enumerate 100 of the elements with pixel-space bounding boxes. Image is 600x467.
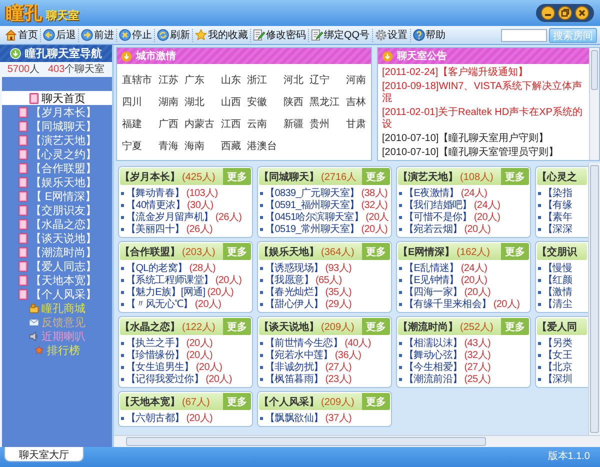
room-link[interactable]: 【枫笛暮雨】	[265, 372, 324, 386]
sidebar-item[interactable]: 【个人风采】	[2, 287, 112, 301]
horizontal-scrollbar[interactable]	[114, 435, 600, 447]
room-link[interactable]: 【清尘	[543, 297, 572, 311]
sidebar-item[interactable]: 【演艺天地】	[2, 133, 112, 147]
room-link[interactable]: 【素年	[543, 210, 572, 224]
city-link[interactable]: 安徽	[247, 95, 278, 109]
category-title[interactable]: 【潮流时尚】	[398, 320, 458, 334]
city-link[interactable]: 陕西	[283, 95, 304, 109]
restore-icon[interactable]	[558, 6, 572, 20]
toolbar-button[interactable]: 首页	[3, 26, 40, 44]
room-link[interactable]: 【E夜激情】	[404, 186, 459, 200]
toolbar-button[interactable]: 我的收藏	[193, 26, 250, 44]
room-link[interactable]: 【诱惑现场】	[265, 261, 324, 275]
toolbar-button[interactable]: 修改密码	[251, 26, 308, 44]
toolbar-button[interactable]: 后退	[41, 26, 78, 44]
sidebar-item[interactable]: 【谈天说地】	[2, 231, 112, 245]
room-link[interactable]: 【美丽四十】	[126, 222, 184, 236]
room-link[interactable]: 【女王	[543, 348, 572, 362]
toolbar-button[interactable]: 设置	[372, 26, 410, 44]
city-link[interactable]: 四川	[122, 95, 152, 109]
sidebar-item[interactable]: 【交朋识友】	[2, 203, 112, 217]
room-link[interactable]: 【女生追男生】	[126, 360, 194, 374]
city-link[interactable]: 云南	[247, 117, 278, 131]
city-link[interactable]: 新疆	[283, 117, 304, 131]
city-link[interactable]: 浙江	[247, 73, 278, 87]
sidebar-tab[interactable]: 聊天室大厅	[4, 447, 84, 462]
sidebar-item[interactable]: 【 E网情深】	[2, 189, 112, 203]
room-link[interactable]: 【40情更浓】	[126, 198, 186, 212]
category-title[interactable]: 【个人风采】	[259, 394, 319, 408]
room-link[interactable]: 【系统工程师课堂】	[126, 273, 214, 287]
city-link[interactable]: 福建	[122, 117, 152, 131]
city-link[interactable]: 河北	[283, 73, 304, 87]
room-link[interactable]: 【红颜	[543, 273, 572, 287]
city-link[interactable]: 辽宁	[310, 73, 340, 87]
room-link[interactable]: 【宛若水中莲】	[265, 348, 333, 362]
room-link[interactable]: 【流金岁月留声机】	[126, 210, 214, 224]
room-link[interactable]: 【有缘千里来相会】	[404, 297, 492, 311]
room-link[interactable]: 【我愿意】	[265, 273, 314, 287]
room-link[interactable]: 【慢慢	[543, 261, 572, 275]
close-icon[interactable]	[575, 6, 589, 20]
city-link[interactable]: 湖南	[158, 95, 178, 109]
room-link[interactable]: 【舞动青春】	[126, 186, 184, 200]
city-link[interactable]: 江西	[220, 117, 241, 131]
city-link[interactable]: 江苏	[158, 73, 178, 87]
search-field[interactable]	[501, 28, 547, 42]
sidebar-item[interactable]: 【心灵之约】	[2, 147, 112, 161]
toolbar-button[interactable]: 停止	[117, 26, 154, 44]
category-title[interactable]: 【E网情深】	[398, 244, 455, 258]
notice-link[interactable]: [2010-07-10]【瞳孔聊天室用户守则】	[382, 133, 585, 145]
city-link[interactable]: 贵州	[310, 117, 340, 131]
city-link[interactable]: 山西	[220, 95, 241, 109]
city-link[interactable]: 黑龙江	[310, 95, 340, 109]
room-link[interactable]: 【E见钟情】	[404, 273, 459, 287]
room-link[interactable]: 【魅力E族】[网通]	[126, 285, 206, 299]
city-link[interactable]: 青海	[158, 139, 178, 153]
room-link[interactable]: 【今生相爱】	[404, 360, 462, 374]
room-link[interactable]: 【宛若云烟】	[404, 222, 462, 236]
sidebar-item[interactable]: 【合作联盟】	[2, 161, 112, 175]
room-link[interactable]: 【深深	[543, 222, 572, 236]
room-link[interactable]: 【飘飘欲仙】	[265, 411, 324, 425]
toolbar-button[interactable]: 帮助	[410, 26, 448, 44]
room-link[interactable]: 【记得我爱过你】	[126, 372, 204, 386]
city-link[interactable]: 海南	[184, 139, 215, 153]
room-link[interactable]: 【可惜不是你】	[404, 210, 472, 224]
sidebar-item[interactable]: 【爱人同志】	[2, 259, 112, 273]
sidebar-item[interactable]: 聊天首页	[2, 91, 112, 105]
city-link[interactable]: 宁夏	[122, 139, 152, 153]
toolbar-button[interactable]: 前进	[79, 26, 116, 44]
room-link[interactable]: 【潮流前沿】	[404, 372, 462, 386]
category-title[interactable]: 【水晶之恋】	[120, 320, 180, 334]
room-link[interactable]: 【0519_常州聊天室】	[265, 222, 360, 236]
room-link[interactable]: 【珍惜缘份】	[126, 348, 184, 362]
room-link[interactable]: 【非诚勿扰】	[265, 360, 324, 374]
toolbar-button[interactable]: 刷新	[155, 26, 192, 44]
room-link[interactable]: 【执兰之手】	[126, 336, 184, 350]
city-link[interactable]: 广东	[184, 73, 215, 87]
room-link[interactable]: 【春光灿烂】	[265, 285, 324, 299]
room-link[interactable]: 【另类	[543, 336, 572, 350]
vertical-scrollbar[interactable]	[588, 163, 600, 435]
category-title[interactable]: 【天地本宽】	[120, 394, 180, 408]
room-link[interactable]: 【〃风无心℃】	[126, 297, 193, 311]
toolbar-button[interactable]: 绑定QQ号	[309, 26, 372, 44]
room-link[interactable]: 【我们结婚吧】	[404, 198, 472, 212]
city-link[interactable]: 内蒙古	[184, 117, 215, 131]
category-title[interactable]: 【娱乐天地】	[259, 244, 319, 258]
room-link[interactable]: 【QL的老窝】	[126, 261, 188, 275]
city-link[interactable]: 直辖市	[122, 73, 152, 87]
category-title[interactable]: 【谈天说地】	[259, 320, 319, 334]
room-link[interactable]: 【舞动心弦】	[404, 348, 462, 362]
minimize-icon[interactable]	[541, 6, 555, 20]
sidebar-item[interactable]: 【天地本宽】	[2, 273, 112, 287]
room-link[interactable]: 【深圳	[543, 372, 572, 386]
room-link[interactable]: 【0591_福州聊天室】	[265, 198, 360, 212]
room-link[interactable]: 【北京	[543, 360, 572, 374]
room-link[interactable]: 【染指	[543, 186, 572, 200]
sidebar-item[interactable]: 【潮流时尚】	[2, 245, 112, 259]
city-link[interactable]: 广西	[158, 117, 178, 131]
category-title[interactable]: 【合作联盟】	[120, 244, 180, 258]
city-link[interactable]: 港澳台	[247, 139, 278, 153]
